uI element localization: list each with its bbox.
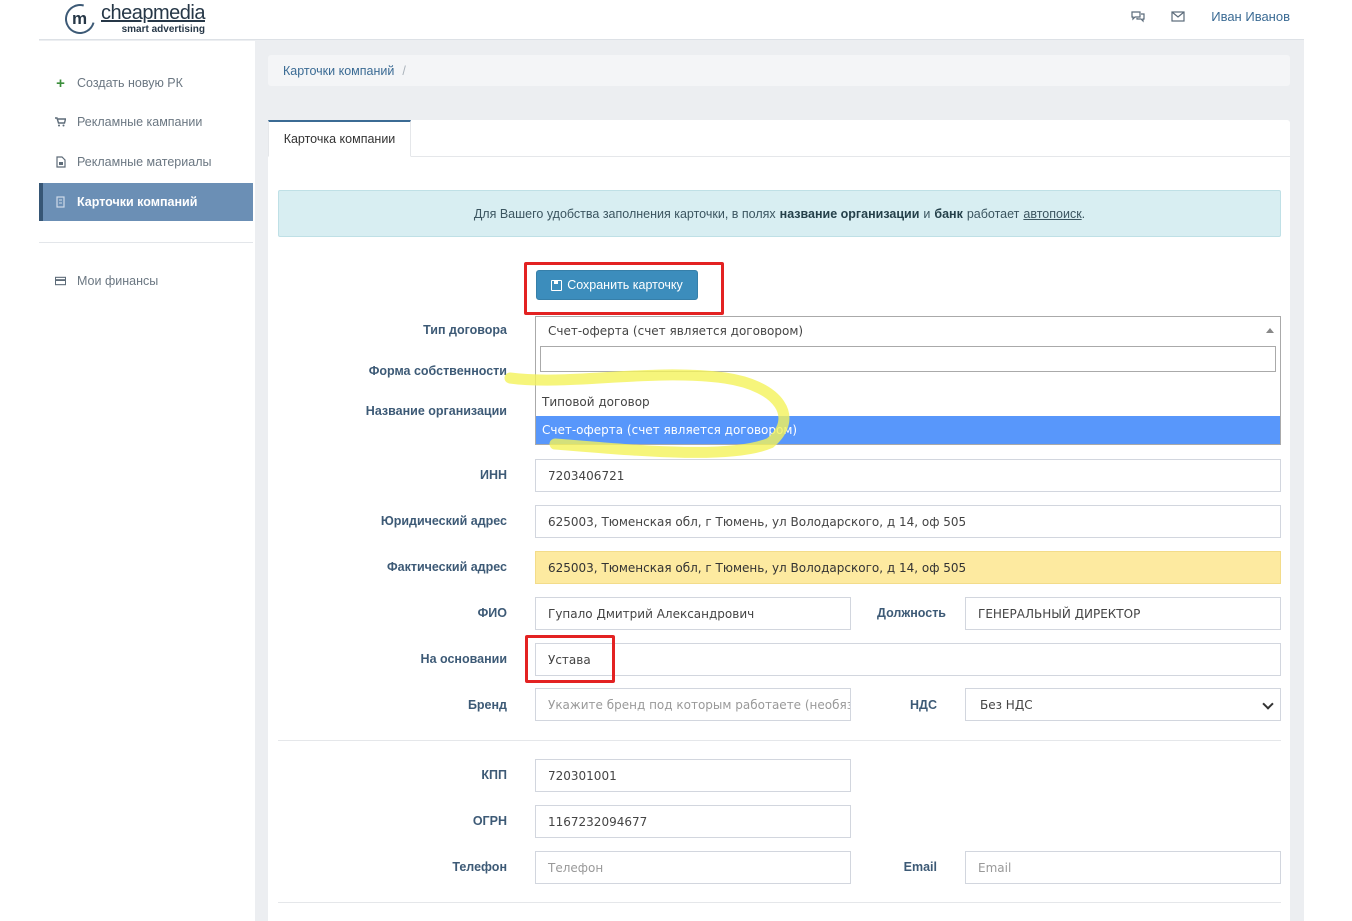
basis-label: На основании xyxy=(420,652,507,666)
breadcrumb-item[interactable]: Карточки компаний xyxy=(283,64,394,78)
phone-label: Телефон xyxy=(452,860,507,874)
section-divider xyxy=(278,740,1281,741)
inn-label: ИНН xyxy=(479,468,507,482)
credit-card-icon xyxy=(55,276,66,287)
sidebar-item-label: Рекламные кампании xyxy=(77,115,203,129)
sidebar-item-finances[interactable]: Мои финансы xyxy=(39,262,253,300)
kpp-field[interactable]: 720301001 xyxy=(535,759,851,792)
sidebar-divider xyxy=(39,242,253,243)
org-name-label: Название организации xyxy=(365,404,507,418)
logo-tagline: smart advertising xyxy=(121,24,205,35)
envelope-icon[interactable] xyxy=(1171,9,1185,23)
section-divider-bottom xyxy=(278,902,1281,903)
sidebar-item-label: Мои финансы xyxy=(77,274,159,288)
email-field[interactable]: Email xyxy=(965,851,1281,884)
contract-type-label: Тип договора xyxy=(423,323,507,337)
info-alert: Для Вашего удобства заполнения карточки,… xyxy=(278,190,1281,237)
sidebar-item-campaigns[interactable]: Рекламные кампании xyxy=(39,103,253,141)
tab-company-card[interactable]: Карточка компании xyxy=(268,120,411,157)
alert-text-works: работает xyxy=(966,206,1020,221)
sidebar-item-materials[interactable]: Рекламные материалы xyxy=(39,143,253,181)
ogrn-field[interactable]: 1167232094677 xyxy=(535,805,851,838)
sidebar-item-create-campaign[interactable]: + Создать новую РК xyxy=(39,64,253,102)
sidebar-item-company-cards[interactable]: Карточки компаний xyxy=(39,183,253,221)
chevron-down-icon xyxy=(1262,698,1274,710)
annotation-yellow-highlight xyxy=(504,369,790,458)
vat-label: НДС xyxy=(910,698,937,712)
contract-type-select[interactable]: Счет-оферта (счет является договором) xyxy=(535,316,1281,345)
breadcrumb-separator: / xyxy=(402,63,406,78)
alert-text-and: и xyxy=(923,206,931,221)
actual-address-field[interactable]: 625003, Тюменская обл, г Тюмень, ул Воло… xyxy=(535,551,1281,584)
card-icon xyxy=(55,196,66,208)
sidebar-item-label: Рекламные материалы xyxy=(77,155,212,169)
sidebar: + Создать новую РК Рекламные кампании Ре… xyxy=(39,41,255,921)
plus-icon: + xyxy=(56,74,65,92)
fio-label: ФИО xyxy=(477,606,507,620)
cart-icon xyxy=(55,117,66,128)
email-label: Email xyxy=(903,860,937,874)
alert-period: . xyxy=(1081,206,1086,221)
top-header: m cheapmedia smart advertising Иван Иван… xyxy=(39,0,1304,40)
logo-name: cheapmedia xyxy=(101,2,205,24)
tab-bar: Карточка компании xyxy=(268,120,1290,157)
caret-up-icon xyxy=(1266,328,1274,333)
alert-bold-bank: банк xyxy=(934,206,963,221)
position-field[interactable]: ГЕНЕРАЛЬНЫЙ ДИРЕКТОР xyxy=(965,597,1281,630)
brand-field[interactable]: Укажите бренд под которым работаете (нео… xyxy=(535,688,851,721)
fio-field[interactable]: Гупало Дмитрий Александрович xyxy=(535,597,851,630)
legal-address-field[interactable]: 625003, Тюменская обл, г Тюмень, ул Воло… xyxy=(535,505,1281,538)
ownership-form-label: Форма собственности xyxy=(368,364,507,378)
sidebar-item-label: Карточки компаний xyxy=(77,195,198,209)
brand-label: Бренд xyxy=(467,698,507,712)
alert-bold-org-name: название организации xyxy=(779,206,920,221)
annotation-red-box-basis xyxy=(525,635,615,683)
actual-address-label: Фактический адрес xyxy=(386,560,507,574)
contract-type-value: Счет-оферта (счет является договором) xyxy=(548,323,804,338)
file-icon xyxy=(55,156,66,168)
ogrn-label: ОГРН xyxy=(472,814,507,828)
autosearch-link[interactable]: автопоиск xyxy=(1023,207,1081,221)
logo-mark: m xyxy=(59,0,101,40)
breadcrumb: Карточки компаний / xyxy=(268,55,1290,86)
company-card-panel: Карточка компании Для Вашего удобства за… xyxy=(268,120,1290,921)
app: m cheapmedia smart advertising Иван Иван… xyxy=(39,0,1304,921)
kpp-label: КПП xyxy=(481,768,507,782)
logo[interactable]: m cheapmedia smart advertising xyxy=(59,0,205,40)
user-menu[interactable]: Иван Иванов xyxy=(1211,9,1290,24)
basis-field[interactable]: Устава xyxy=(535,643,1281,676)
position-label: Должность xyxy=(877,606,946,620)
comments-icon[interactable] xyxy=(1131,9,1145,23)
phone-field[interactable]: Телефон xyxy=(535,851,851,884)
vat-value: Без НДС xyxy=(980,697,1033,712)
inn-field[interactable]: 7203406721 xyxy=(535,459,1281,492)
legal-address-label: Юридический адрес xyxy=(380,514,507,528)
annotation-red-box-save xyxy=(524,262,724,315)
vat-select[interactable]: Без НДС xyxy=(965,688,1281,721)
alert-text: Для Вашего удобства заполнения карточки,… xyxy=(473,206,776,221)
sidebar-item-label: Создать новую РК xyxy=(77,76,183,90)
